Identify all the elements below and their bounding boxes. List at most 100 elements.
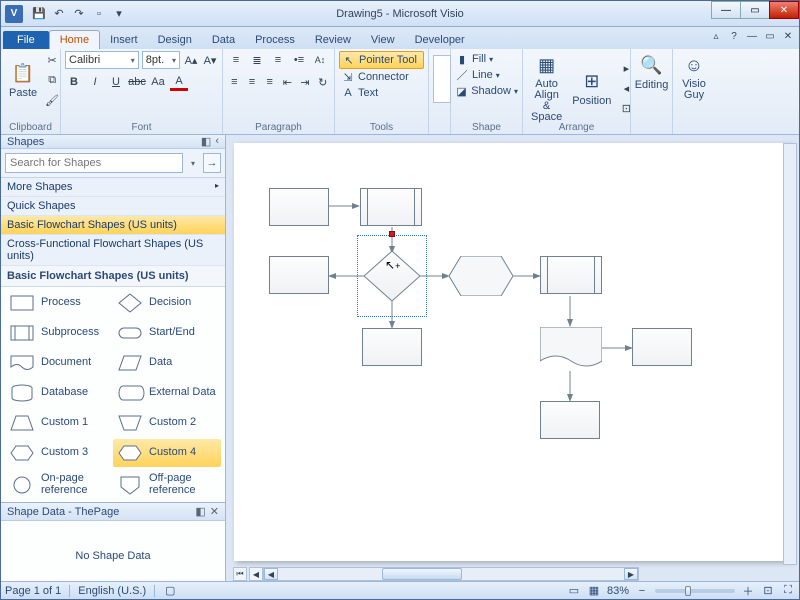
tab-insert[interactable]: Insert [100,31,148,49]
text-tool-button[interactable]: AText [339,85,424,101]
align-middle-icon[interactable]: ≣ [248,51,266,69]
close-button[interactable]: ✕ [769,1,799,19]
shadow-button[interactable]: ◪Shadow ▾ [455,83,518,99]
mdi-restore-icon[interactable]: ▭ [763,29,777,43]
shape-custom-3[interactable]: Custom 3 [5,439,113,467]
flowchart-subprocess-1[interactable] [360,188,422,226]
tab-home[interactable]: Home [49,30,100,49]
save-icon[interactable]: 💾 [31,6,47,22]
help-icon[interactable]: ? [727,29,741,43]
mdi-min-icon[interactable]: — [745,29,759,43]
flowchart-decision[interactable] [364,251,420,301]
fill-button[interactable]: ▮Fill ▾ [455,51,518,67]
shape-custom-2[interactable]: Custom 2 [113,409,221,437]
view-page-icon[interactable]: ▦ [587,584,601,598]
flowchart-process-1[interactable] [269,188,329,226]
flowchart-process-3[interactable] [362,328,422,366]
shape-decision[interactable]: Decision [113,289,221,317]
flowchart-process-4[interactable] [632,328,692,366]
shape-process[interactable]: Process [5,289,113,317]
shape-custom-4[interactable]: Custom 4 [113,439,221,467]
zoom-slider[interactable] [655,589,735,593]
paste-button[interactable]: 📋 Paste [5,59,41,101]
tab-data[interactable]: Data [202,31,245,49]
stencil-more-shapes[interactable]: More Shapes ▸ [1,178,225,197]
drawing-page[interactable]: ↖+ [234,143,791,561]
zoom-value[interactable]: 83% [607,585,629,597]
flowchart-document[interactable] [540,327,602,371]
editing-button[interactable]: 🔍 Editing [635,51,668,93]
scroll-track[interactable] [278,568,624,580]
shape-external-data[interactable]: External Data [113,379,221,407]
presentation-icon[interactable]: ▭ [567,584,581,598]
scroll-thumb[interactable] [382,568,462,580]
shape-data[interactable]: Data [113,349,221,377]
tab-view[interactable]: View [361,31,405,49]
shape-off-page-reference[interactable]: Off-pagereference [113,469,221,500]
shape-database[interactable]: Database [5,379,113,407]
app-icon[interactable]: V [5,5,23,23]
rotate-text-icon[interactable]: ↻ [315,73,330,91]
position-button[interactable]: ⊞ Position [568,67,615,109]
decrease-indent-icon[interactable]: ⇤ [280,73,295,91]
underline-button[interactable]: U [107,73,125,91]
maximize-button[interactable]: ▭ [740,1,770,19]
tab-review[interactable]: Review [305,31,361,49]
bold-button[interactable]: B [65,73,83,91]
stencil-cross-functional[interactable]: Cross-Functional Flowchart Shapes (US un… [1,235,225,266]
zoom-in-button[interactable]: ＋ [741,584,755,598]
shape-custom-1[interactable]: Custom 1 [5,409,113,437]
visioguy-button[interactable]: ☺ Visio Guy [677,51,711,103]
file-tab[interactable]: File [3,31,49,49]
align-bottom-icon[interactable]: ≡ [269,51,287,69]
tab-process[interactable]: Process [245,31,305,49]
font-color-icon[interactable]: A [170,73,188,91]
font-size-combo[interactable]: 8pt.▾ [142,51,180,69]
undo-icon[interactable]: ↶ [51,6,67,22]
connector-tool-button[interactable]: ⇲Connector [339,69,424,85]
search-go-button[interactable]: → [203,153,221,173]
search-dropdown-icon[interactable]: ▾ [186,153,200,173]
flowchart-process-2[interactable] [269,256,329,294]
strike-button[interactable]: abc [128,73,146,91]
redo-icon[interactable]: ↷ [71,6,87,22]
flowchart-hexagon[interactable] [449,256,513,296]
copy-icon[interactable]: ⧉ [43,71,61,89]
cut-icon[interactable]: ✂ [43,51,61,69]
macro-record-icon[interactable]: ▢ [163,584,177,598]
font-case-icon[interactable]: Aa [149,73,167,91]
tab-design[interactable]: Design [148,31,202,49]
flowchart-process-5[interactable] [540,401,600,439]
minimize-ribbon-icon[interactable]: ▵ [709,29,723,43]
shapedata-collapse-icon[interactable]: ◧ [195,505,205,518]
shrink-font-icon[interactable]: A▾ [202,51,218,69]
increase-indent-icon[interactable]: ⇥ [298,73,313,91]
align-center-icon[interactable]: ≡ [245,73,260,91]
stencil-quick-shapes[interactable]: Quick Shapes [1,197,225,216]
shape-search-input[interactable] [5,153,183,173]
vertical-scrollbar[interactable] [783,143,797,565]
format-painter-icon[interactable]: 🖌 [43,91,61,109]
align-right-icon[interactable]: ≡ [262,73,277,91]
pointer-tool-button[interactable]: ↖Pointer Tool [339,51,424,69]
shape-styles-gallery[interactable] [433,55,451,103]
flowchart-subprocess-2[interactable] [540,256,602,294]
qat-dropdown-icon[interactable]: ▾ [111,6,127,22]
shape-document[interactable]: Document [5,349,113,377]
minimize-button[interactable]: — [711,1,741,19]
shape-subprocess[interactable]: Subprocess [5,319,113,347]
mdi-close-icon[interactable]: ✕ [781,29,795,43]
qat-icon[interactable]: ▫ [91,6,107,22]
fullscreen-icon[interactable]: ⛶ [781,584,795,598]
zoom-out-button[interactable]: − [635,584,649,598]
autoalign-button[interactable]: ▦ Auto Align & Space [527,51,566,125]
scroll-left-button[interactable]: ◀ [264,568,278,580]
page-first-button[interactable]: ⏮ [233,567,247,581]
selection-handle[interactable] [389,231,395,237]
status-language[interactable]: English (U.S.) [78,585,146,597]
shape-on-page-reference[interactable]: On-pagereference [5,469,113,500]
grow-font-icon[interactable]: A▴ [183,51,199,69]
stencil-basic-flowchart[interactable]: Basic Flowchart Shapes (US units) [1,216,225,235]
fit-page-icon[interactable]: ⊡ [761,584,775,598]
italic-button[interactable]: I [86,73,104,91]
